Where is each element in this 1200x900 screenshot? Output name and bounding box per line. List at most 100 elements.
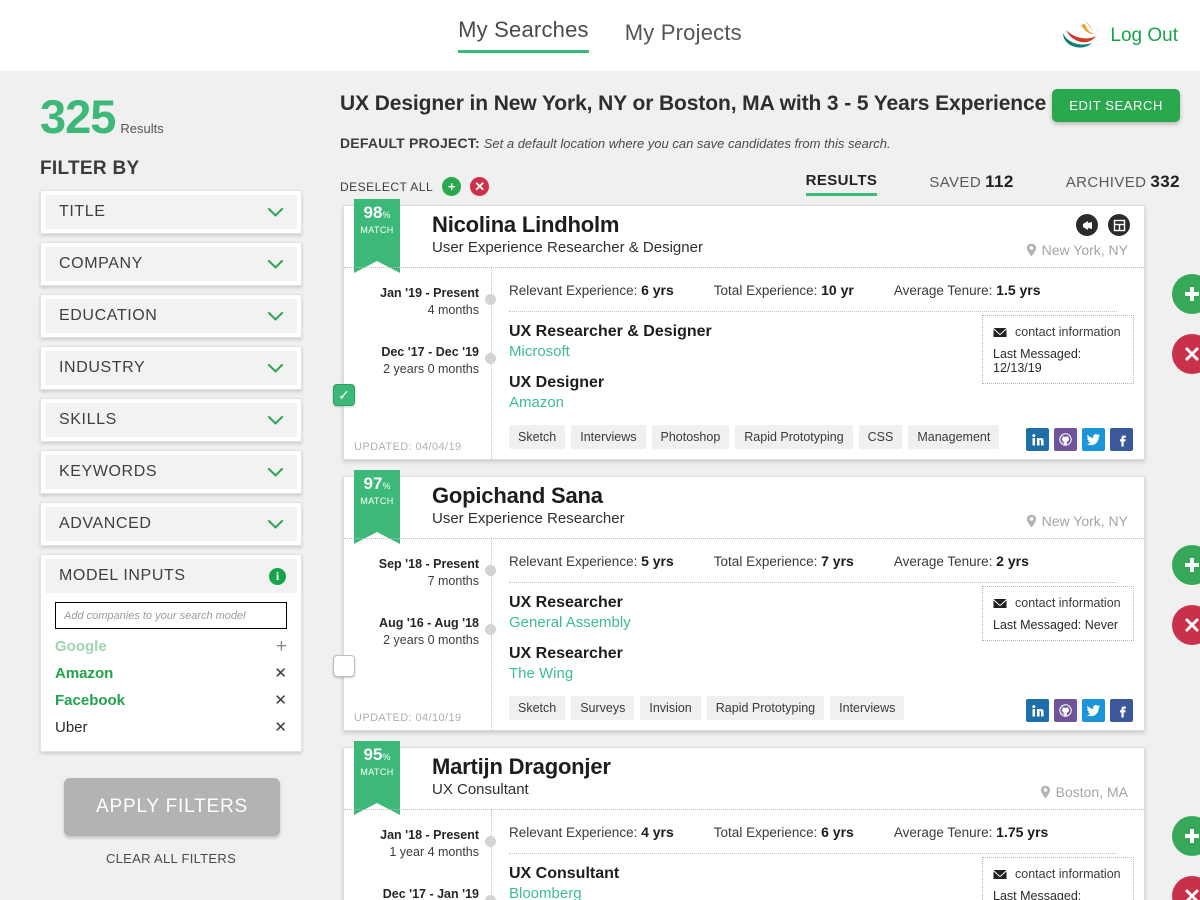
twitter-icon[interactable] (1082, 699, 1105, 722)
filter-group-company[interactable]: COMPANY (40, 242, 302, 286)
archive-candidate-button[interactable] (1172, 605, 1200, 645)
tab-saved-count: 112 (985, 172, 1014, 191)
filter-group-industry[interactable]: INDUSTRY (40, 346, 302, 390)
candidate-name[interactable]: Nicolina Lindholm (432, 212, 1144, 237)
candidate-card-body: Sep '18 - Present 7 months Aug '16 - Aug… (344, 538, 1144, 730)
tab-archived[interactable]: ARCHIVED332 (1066, 172, 1180, 196)
job-company[interactable]: Amazon (509, 394, 1132, 411)
average-tenure-value: 1.75 yrs (996, 824, 1048, 840)
facebook-icon[interactable] (1110, 699, 1133, 722)
match-score-ribbon: 97% MATCH (354, 470, 400, 532)
skill-tag[interactable]: Sketch (509, 425, 565, 449)
filter-group-education-label: EDUCATION (59, 307, 157, 325)
skill-tag[interactable]: Interviews (571, 425, 645, 449)
timeline-entry: Sep '18 - Present 7 months (344, 557, 479, 588)
model-input-company-name[interactable]: Google (55, 638, 107, 655)
contact-information-row: contact information (993, 325, 1123, 339)
candidate-card-header: 97% MATCH Gopichand Sana User Experience… (344, 477, 1144, 538)
logout-button[interactable]: Log Out (1110, 25, 1178, 47)
candidate-updated: UPDATED: 04/04/19 (354, 441, 462, 453)
timeline-dates: Sep '18 - Present (344, 557, 479, 571)
nav-tab-my-projects[interactable]: My Projects (625, 22, 742, 53)
brand-swoosh-logo-icon (1061, 19, 1101, 53)
model-inputs-company-search-input[interactable] (55, 602, 287, 629)
skill-tag[interactable]: Rapid Prototyping (707, 696, 824, 720)
megaphone-icon[interactable] (1076, 214, 1098, 236)
clear-all-filters-link[interactable]: CLEAR ALL FILTERS (40, 851, 302, 866)
skill-tag[interactable]: CSS (859, 425, 903, 449)
remove-company-icon[interactable]: ✕ (274, 693, 287, 708)
save-candidate-button[interactable] (1172, 545, 1200, 585)
skill-tag[interactable]: Rapid Prototyping (735, 425, 852, 449)
candidate-card[interactable]: 98% MATCH Nicolina Lindholm User Experie… (343, 205, 1145, 460)
filter-group-skills[interactable]: SKILLS (40, 398, 302, 442)
save-candidate-button[interactable] (1172, 816, 1200, 856)
logout-area: Log Out (1061, 19, 1178, 53)
bulk-remove-icon[interactable]: ✕ (470, 177, 489, 196)
last-messaged-value: 12/13/19 (993, 361, 1042, 375)
filter-group-keywords[interactable]: KEYWORDS (40, 450, 302, 494)
remove-company-icon[interactable]: ✕ (274, 666, 287, 681)
nav-tab-my-searches-label: My Searches (458, 17, 589, 42)
add-company-icon[interactable]: + (276, 637, 287, 656)
tab-results[interactable]: RESULTS (806, 172, 878, 196)
candidate-side-actions (1172, 816, 1200, 900)
remove-company-icon[interactable]: ✕ (274, 720, 287, 735)
bulk-add-icon[interactable]: + (442, 177, 461, 196)
archive-candidate-button[interactable] (1172, 876, 1200, 900)
edit-search-button[interactable]: EDIT SEARCH (1052, 89, 1180, 122)
linkedin-icon[interactable] (1026, 428, 1049, 451)
model-input-company-name[interactable]: Amazon (55, 665, 113, 682)
candidate-card[interactable]: 95% MATCH Martijn Dragonjer UX Consultan… (343, 747, 1145, 900)
info-icon[interactable]: i (269, 568, 286, 585)
average-tenure-label: Average Tenure: (894, 825, 993, 840)
model-input-company-name[interactable]: Facebook (55, 692, 125, 709)
facebook-icon[interactable] (1110, 428, 1133, 451)
timeline-dates: Dec '17 - Jan '19 (344, 887, 479, 900)
relevant-experience-value: 4 yrs (641, 824, 674, 840)
total-experience-label: Total Experience: (714, 283, 818, 298)
filter-group-advanced[interactable]: ADVANCED (40, 502, 302, 546)
twitter-icon[interactable] (1082, 428, 1105, 451)
archive-candidate-button[interactable] (1172, 334, 1200, 374)
total-experience-value: 10 yr (821, 282, 854, 298)
tab-saved[interactable]: SAVED112 (929, 172, 1013, 196)
match-score-label: MATCH (354, 496, 400, 506)
apply-filters-button[interactable]: APPLY FILTERS (64, 778, 280, 836)
results-tabs: RESULTS SAVED112 ARCHIVED332 (806, 172, 1180, 196)
match-score-percent: % (382, 752, 390, 762)
filter-group-title[interactable]: TITLE (40, 190, 302, 234)
match-score-label: MATCH (354, 225, 400, 235)
linkedin-icon[interactable] (1026, 699, 1049, 722)
github-icon[interactable] (1054, 699, 1077, 722)
candidate-location-text: Boston, MA (1056, 784, 1128, 800)
contact-information-box[interactable]: contact information Last Messaged: 12/13… (982, 315, 1134, 384)
default-project-hint[interactable]: Set a default location where you can sav… (484, 136, 891, 151)
candidate-card[interactable]: 97% MATCH Gopichand Sana User Experience… (343, 476, 1145, 731)
model-input-company-name[interactable]: Uber (55, 719, 88, 736)
layout-grid-icon[interactable] (1108, 214, 1130, 236)
skill-tag[interactable]: Sketch (509, 696, 565, 720)
skill-tag[interactable]: Photoshop (652, 425, 730, 449)
skill-tag[interactable]: Surveys (571, 696, 634, 720)
match-score-value: 97 (364, 474, 383, 493)
contact-information-box[interactable]: contact information Last Messaged: Never (982, 586, 1134, 641)
skill-tag[interactable]: Management (908, 425, 999, 449)
relevant-experience-value: 5 yrs (641, 553, 674, 569)
total-experience-value: 6 yrs (821, 824, 854, 840)
candidate-name[interactable]: Martijn Dragonjer (432, 754, 1144, 779)
contact-information-box[interactable]: contact information Last Messaged: 08/06… (982, 857, 1134, 900)
save-candidate-button[interactable] (1172, 274, 1200, 314)
candidate-social-links (1026, 428, 1133, 451)
nav-tab-my-searches[interactable]: My Searches (458, 19, 589, 53)
job-company[interactable]: The Wing (509, 665, 1132, 682)
github-icon[interactable] (1054, 428, 1077, 451)
filter-by-heading: FILTER BY (40, 158, 335, 180)
updated-prefix: UPDATED: (354, 712, 412, 724)
deselect-all-label[interactable]: DESELECT ALL (340, 180, 433, 194)
skill-tag[interactable]: Interviews (830, 696, 904, 720)
filter-group-education[interactable]: EDUCATION (40, 294, 302, 338)
skill-tag[interactable]: Invision (640, 696, 700, 720)
candidate-name[interactable]: Gopichand Sana (432, 483, 1144, 508)
candidate-card-body: Jan '18 - Present 1 year 4 months Dec '1… (344, 809, 1144, 900)
